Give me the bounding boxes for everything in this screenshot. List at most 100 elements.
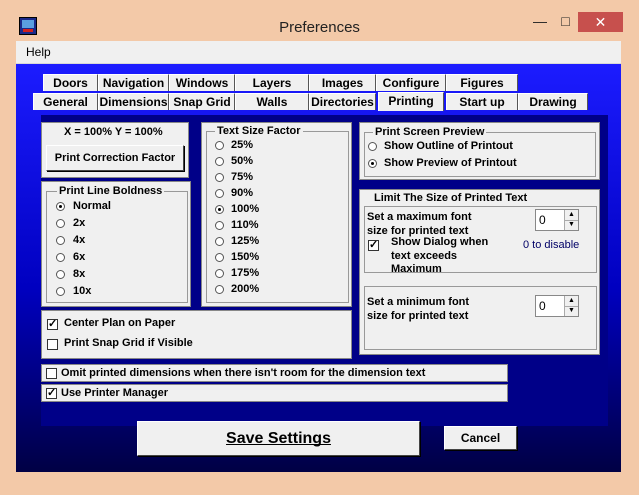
radio-show-preview[interactable] [368,159,377,168]
text-size-option: 150% [231,251,260,263]
tab-dimensions[interactable]: Dimensions [98,93,169,110]
radio-text-size-125[interactable] [215,237,224,246]
title-bar[interactable]: Preferences — □ ✕ [0,0,639,41]
limit-max-group: Set a maximum font size for printed text… [364,206,597,275]
show-dialog-label-3: Maximum [391,263,442,275]
radio-text-size-90[interactable] [215,189,224,198]
close-button[interactable]: ✕ [578,12,623,32]
boldness-option: 4x [73,234,86,246]
tab-figures[interactable]: Figures [446,74,518,91]
text-size-panel: Text Size Factor 25% 50% 75% 90% 100% 11… [201,122,352,307]
boldness-title: Print Line Boldness [57,185,165,197]
max-font-spinner-arrows: ▲ ▼ [564,210,578,230]
tab-start-up[interactable]: Start up [446,93,518,110]
tab-windows[interactable]: Windows [169,74,235,91]
tab-images[interactable]: Images [309,74,376,91]
boldness-option: 6x [73,251,86,263]
radio-text-size-100[interactable] [215,205,224,214]
preview-option: Show Preview of Printout [384,157,517,169]
radio-text-size-175[interactable] [215,269,224,278]
boldness-option: Normal [73,200,111,212]
max-font-value: 0 [539,213,546,227]
omit-dims-checkbox[interactable] [46,368,57,379]
show-dialog-checkbox[interactable]: ✓ [368,240,379,251]
printer-manager-checkbox[interactable]: ✓ [46,388,57,399]
radio-text-size-200[interactable] [215,285,224,294]
tab-printing[interactable]: Printing [378,92,444,111]
boldness-panel: Print Line Boldness Normal 2x 4x 6x 8x 1… [41,181,191,307]
cancel-button[interactable]: Cancel [444,426,517,450]
min-font-value: 0 [539,299,546,313]
limit-title: Limit The Size of Printed Text [374,192,528,204]
boldness-option: 10x [73,285,92,297]
text-size-option: 100% [231,203,260,215]
min-font-spinner[interactable]: 0 ▲ ▼ [535,295,579,317]
tab-navigation[interactable]: Navigation [98,74,169,91]
tab-walls[interactable]: Walls [235,93,309,110]
text-size-group: Text Size Factor 25% 50% 75% 90% 100% 11… [206,125,349,303]
save-settings-button[interactable]: Save Settings [137,421,420,456]
radio-text-size-150[interactable] [215,253,224,262]
text-size-option: 75% [231,171,254,183]
snap-grid-checkbox[interactable] [47,339,58,350]
tab-drawing[interactable]: Drawing [518,93,588,110]
printer-manager-label: Use Printer Manager [61,387,168,399]
center-plan-checkbox[interactable]: ✓ [47,319,58,330]
radio-boldness-normal[interactable] [56,202,65,211]
radio-boldness-2x[interactable] [56,219,65,228]
min-font-spinner-arrows: ▲ ▼ [564,296,578,316]
text-size-option: 200% [231,283,260,295]
tab-doors[interactable]: Doors [43,74,98,91]
tab-layers[interactable]: Layers [235,74,309,91]
client-area: Help Doors Navigation Windows Layers Ima… [16,41,621,472]
text-size-option: 125% [231,235,260,247]
show-dialog-label-2: text exceeds [391,250,458,262]
limit-panel: Limit The Size of Printed Text Set a max… [359,189,600,355]
print-correction-factor-button[interactable]: Print Correction Factor [46,145,184,171]
omit-dims-label: Omit printed dimensions when there isn't… [61,367,426,379]
min-font-label-1: Set a minimum font [367,296,470,308]
maximize-button[interactable]: □ [553,12,578,32]
radio-show-outline[interactable] [368,142,377,151]
radio-text-size-110[interactable] [215,221,224,230]
tab-general[interactable]: General [33,93,98,110]
spin-down-icon[interactable]: ▼ [565,220,578,230]
center-plan-label: Center Plan on Paper [64,317,176,329]
text-size-option: 25% [231,139,254,151]
boldness-option: 8x [73,268,86,280]
max-font-label-1: Set a maximum font [367,211,472,223]
menu-help[interactable]: Help [26,45,51,59]
boldness-option: 2x [73,217,86,229]
minimize-button[interactable]: — [527,12,553,32]
printer-manager-row: ✓ Use Printer Manager [41,384,508,402]
show-dialog-label-1: Show Dialog when [391,236,489,248]
plan-options-panel: ✓ Center Plan on Paper Print Snap Grid i… [41,310,352,359]
text-size-title: Text Size Factor [215,125,303,137]
text-size-option: 175% [231,267,260,279]
min-font-label-2: size for printed text [367,310,469,322]
radio-text-size-75[interactable] [215,173,224,182]
text-size-option: 90% [231,187,254,199]
radio-boldness-10x[interactable] [56,287,65,296]
disable-hint: 0 to disable [523,239,580,251]
preferences-window: Preferences — □ ✕ Help Doors Navigation … [0,0,639,495]
radio-text-size-25[interactable] [215,141,224,150]
printing-tab-panel: X = 100% Y = 100% Print Correction Facto… [41,115,608,426]
radio-boldness-4x[interactable] [56,236,65,245]
tab-directories[interactable]: Directories [309,93,376,110]
snap-grid-label: Print Snap Grid if Visible [64,337,193,349]
radio-boldness-8x[interactable] [56,270,65,279]
text-size-option: 110% [231,219,259,231]
correction-panel: X = 100% Y = 100% Print Correction Facto… [41,122,189,178]
scale-readout: X = 100% Y = 100% [64,126,163,138]
tab-configure[interactable]: Configure [376,74,446,91]
radio-text-size-50[interactable] [215,157,224,166]
limit-min-group: Set a minimum font size for printed text… [364,286,597,350]
text-size-option: 50% [231,155,254,167]
menu-bar: Help [16,41,621,64]
spin-down-icon[interactable]: ▼ [565,306,578,316]
radio-boldness-6x[interactable] [56,253,65,262]
max-font-spinner[interactable]: 0 ▲ ▼ [535,209,579,231]
tab-snap-grid[interactable]: Snap Grid [169,93,235,110]
preview-panel: Print Screen Preview Show Outline of Pri… [359,122,600,180]
